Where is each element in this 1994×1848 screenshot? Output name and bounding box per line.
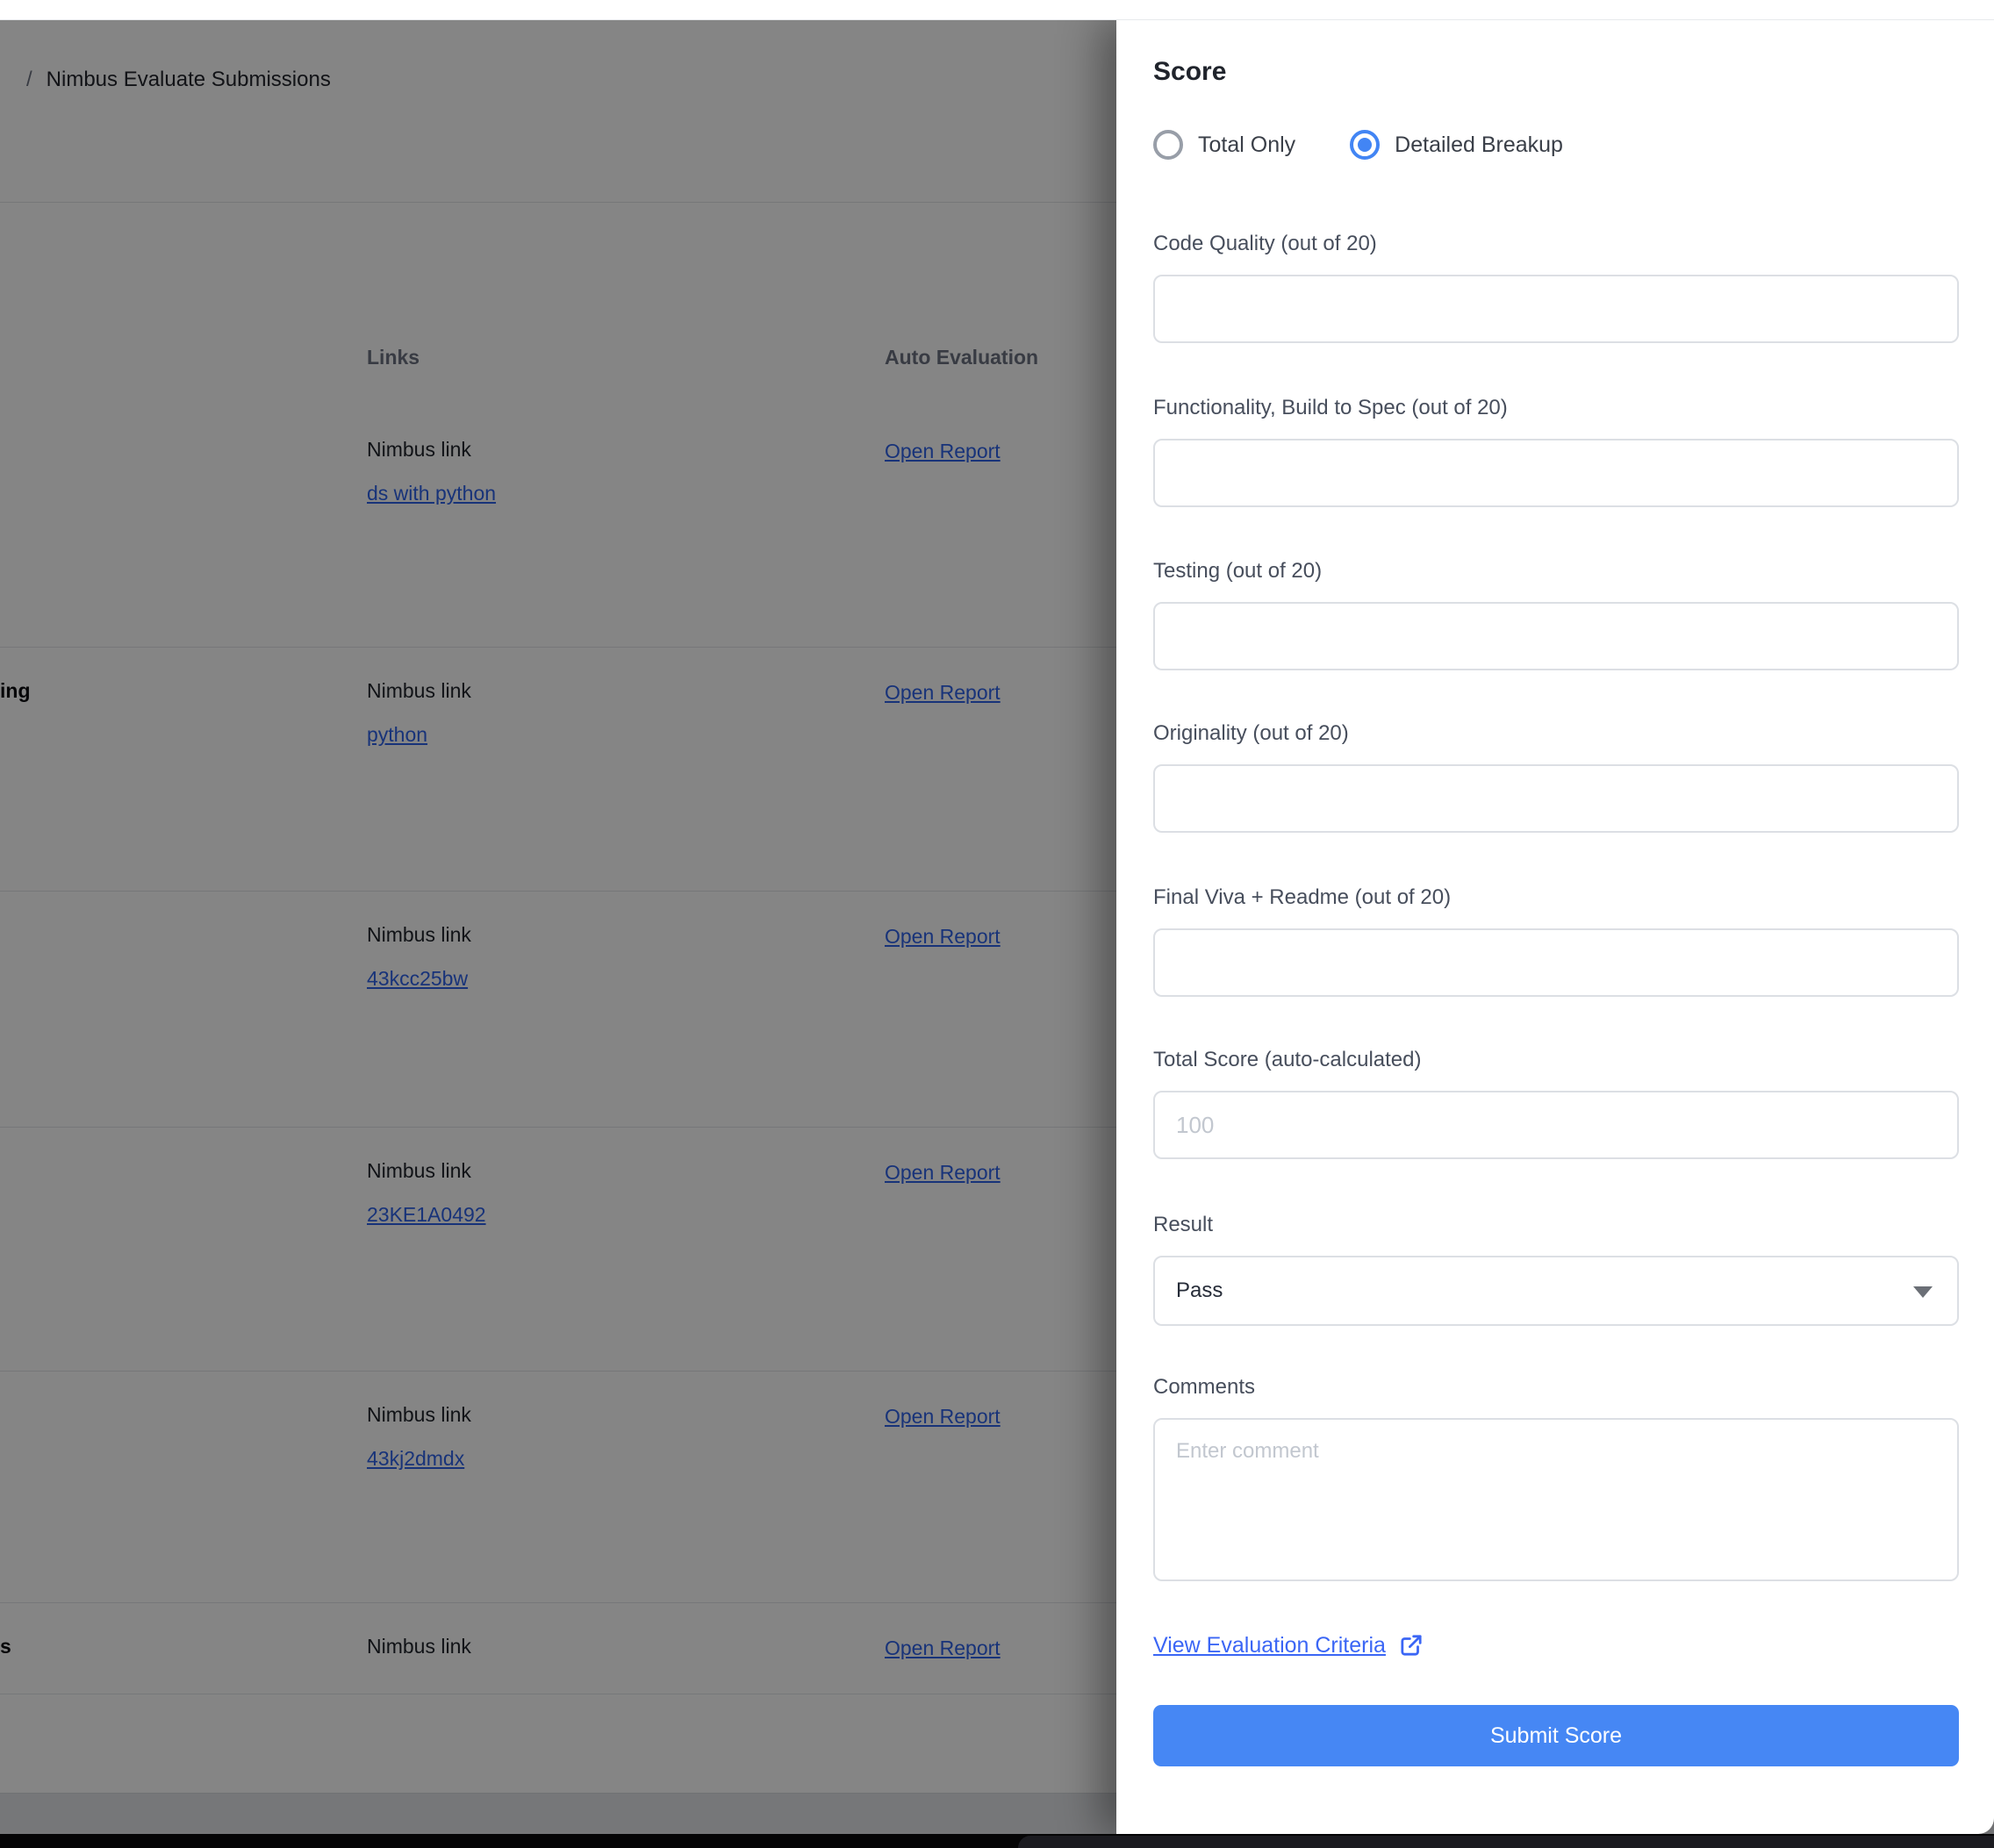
view-evaluation-criteria[interactable]: View Evaluation Criteria <box>1153 1629 1424 1662</box>
drawer-title: Score <box>1153 57 1226 87</box>
field-label: Result <box>1153 1212 1959 1238</box>
screen: / Nimbus Evaluate Submissions Links Auto… <box>0 0 1994 1848</box>
submit-score-button[interactable]: Submit Score <box>1153 1705 1959 1766</box>
radio-label: Detailed Breakup <box>1395 133 1563 158</box>
field-code-quality: Code Quality (out of 20) <box>1153 231 1959 343</box>
field-label: Testing (out of 20) <box>1153 558 1959 584</box>
radio-unselected-icon <box>1153 130 1183 160</box>
result-select[interactable]: Pass <box>1153 1256 1959 1326</box>
chevron-down-icon <box>1913 1286 1933 1298</box>
external-link-icon <box>1398 1632 1424 1658</box>
field-label: Originality (out of 20) <box>1153 720 1959 747</box>
code-quality-input[interactable] <box>1153 275 1959 343</box>
testing-input[interactable] <box>1153 602 1959 670</box>
radio-selected-icon <box>1350 130 1380 160</box>
field-result: Result Pass <box>1153 1212 1959 1326</box>
result-selected-value: Pass <box>1176 1279 1223 1303</box>
field-label: Final Viva + Readme (out of 20) <box>1153 885 1959 911</box>
field-label: Code Quality (out of 20) <box>1153 231 1959 257</box>
final-viva-input[interactable] <box>1153 928 1959 997</box>
radio-detailed-breakup[interactable]: Detailed Breakup <box>1350 130 1563 160</box>
radio-label: Total Only <box>1198 133 1295 158</box>
score-mode-radio-group: Total Only Detailed Breakup <box>1153 127 1563 162</box>
field-originality: Originality (out of 20) <box>1153 720 1959 833</box>
field-label: Functionality, Build to Spec (out of 20) <box>1153 395 1959 421</box>
field-label: Comments <box>1153 1374 1959 1400</box>
field-testing: Testing (out of 20) <box>1153 558 1959 670</box>
field-functionality: Functionality, Build to Spec (out of 20) <box>1153 395 1959 507</box>
score-drawer: Score Total Only Detailed Breakup Code Q… <box>1116 20 1994 1834</box>
total-score-input[interactable] <box>1153 1091 1959 1159</box>
comments-textarea[interactable] <box>1153 1418 1959 1581</box>
criteria-link-text: View Evaluation Criteria <box>1153 1633 1386 1658</box>
field-comments: Comments <box>1153 1374 1959 1581</box>
field-final-viva: Final Viva + Readme (out of 20) <box>1153 885 1959 997</box>
window-top-strip <box>0 0 1994 20</box>
field-label: Total Score (auto-calculated) <box>1153 1047 1959 1073</box>
functionality-input[interactable] <box>1153 439 1959 507</box>
dock-edge <box>1018 1836 1994 1848</box>
desktop-bottom-bar <box>0 1834 1994 1848</box>
radio-total-only[interactable]: Total Only <box>1153 130 1295 160</box>
originality-input[interactable] <box>1153 764 1959 833</box>
field-total-score: Total Score (auto-calculated) <box>1153 1047 1959 1159</box>
